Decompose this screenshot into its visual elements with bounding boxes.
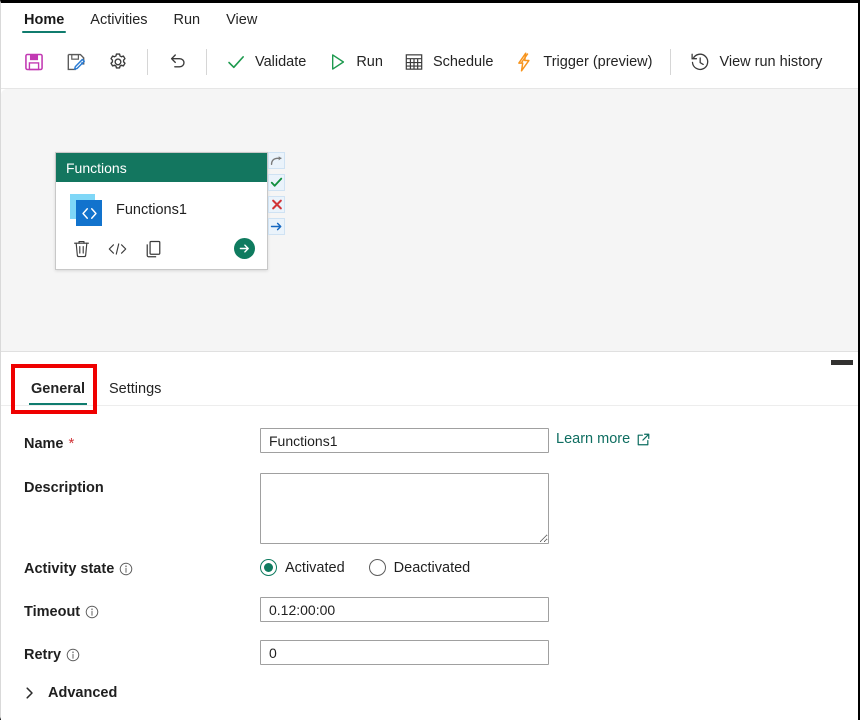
undo-button[interactable] — [156, 42, 198, 82]
info-icon[interactable] — [85, 605, 99, 619]
toolbar-separator-3 — [670, 49, 671, 75]
activity-state-radio-group: Activated Deactivated — [260, 559, 470, 576]
ribbon-tab-bar: Home Activities Run View — [1, 3, 858, 35]
code-brackets-icon — [70, 194, 104, 226]
view-run-history-button[interactable]: View run history — [679, 42, 832, 82]
radio-deactivated-label: Deactivated — [394, 560, 471, 576]
advanced-section-toggle[interactable]: Advanced — [24, 685, 117, 701]
on-success-icon[interactable] — [268, 174, 285, 191]
radio-deactivated[interactable]: Deactivated — [369, 559, 471, 576]
duplicate-icon[interactable] — [144, 239, 163, 259]
activity-state-label: Activity state — [24, 561, 133, 577]
code-icon[interactable] — [107, 241, 128, 257]
fabric-pipeline-editor: Home Activities Run View — [0, 0, 860, 720]
ribbon-tab-home-label: Home — [24, 12, 64, 28]
name-required-asterisk: * — [69, 435, 75, 452]
save-as-button[interactable] — [55, 42, 97, 82]
toolbar-separator-2 — [206, 49, 207, 75]
toolbar-separator-1 — [147, 49, 148, 75]
retry-label: Retry — [24, 647, 80, 663]
validate-button[interactable]: Validate — [215, 42, 316, 82]
activity-state-label-text: Activity state — [24, 561, 114, 577]
toolbar: Validate Run Schedule Trigger (preview) — [1, 35, 858, 89]
ribbon-tab-activities-label: Activities — [90, 12, 147, 28]
retry-input[interactable] — [260, 640, 549, 665]
advanced-label: Advanced — [48, 685, 117, 701]
tab-general[interactable]: General — [19, 372, 97, 406]
activity-node-functions[interactable]: Functions Functions1 — [55, 152, 268, 270]
delete-icon[interactable] — [72, 239, 91, 259]
tab-settings[interactable]: Settings — [97, 372, 173, 406]
node-output-connectors — [268, 152, 285, 235]
checkmark-icon — [225, 51, 247, 73]
timeout-label-text: Timeout — [24, 604, 80, 620]
skip-icon[interactable] — [268, 152, 285, 169]
view-run-history-label: View run history — [719, 54, 822, 70]
undo-icon — [166, 51, 188, 73]
properties-tab-bar: General Settings — [19, 370, 173, 406]
on-fail-icon[interactable] — [268, 196, 285, 213]
timeout-input[interactable] — [260, 597, 549, 622]
name-label: Name * — [24, 435, 74, 452]
ribbon-tab-run[interactable]: Run — [161, 4, 214, 35]
tab-divider — [1, 405, 858, 406]
properties-panel: General Settings Name * Learn more — [1, 351, 858, 720]
learn-more-link[interactable]: Learn more — [556, 431, 651, 447]
ribbon-tab-home[interactable]: Home — [11, 4, 77, 35]
external-link-icon — [636, 432, 651, 447]
trigger-button[interactable]: Trigger (preview) — [503, 42, 662, 82]
go-arrow-icon[interactable] — [234, 238, 255, 259]
collapse-panel-handle[interactable] — [831, 360, 853, 365]
chevron-right-icon — [24, 686, 36, 700]
node-header-title: Functions — [66, 160, 127, 176]
radio-deactivated-dot — [369, 559, 386, 576]
retry-field-wrap — [260, 640, 549, 665]
gear-icon — [107, 51, 129, 73]
settings-button[interactable] — [97, 42, 139, 82]
node-identity-row: Functions1 — [66, 192, 257, 236]
timeout-field-wrap — [260, 597, 549, 622]
radio-activated-dot — [260, 559, 277, 576]
on-completion-icon[interactable] — [268, 218, 285, 235]
timeout-label: Timeout — [24, 604, 99, 620]
retry-label-text: Retry — [24, 647, 61, 663]
save-icon — [23, 51, 45, 73]
description-field-wrap — [260, 473, 549, 549]
save-as-icon — [65, 51, 87, 73]
info-icon[interactable] — [66, 648, 80, 662]
description-textarea[interactable] — [260, 473, 549, 544]
calendar-icon — [403, 51, 425, 73]
info-icon[interactable] — [119, 562, 133, 576]
node-action-bar — [66, 236, 257, 261]
schedule-label: Schedule — [433, 54, 493, 70]
history-clock-icon — [689, 51, 711, 73]
description-label: Description — [24, 480, 104, 496]
node-header: Functions — [56, 153, 267, 182]
description-label-text: Description — [24, 480, 104, 496]
save-button[interactable] — [13, 42, 55, 82]
validate-label: Validate — [255, 54, 306, 70]
run-button[interactable]: Run — [316, 42, 393, 82]
tab-general-label: General — [31, 381, 85, 397]
radio-activated-label: Activated — [285, 560, 345, 576]
trigger-label: Trigger (preview) — [543, 54, 652, 70]
ribbon-tab-view[interactable]: View — [213, 4, 270, 35]
ribbon-tab-run-label: Run — [174, 12, 201, 28]
learn-more-label: Learn more — [556, 431, 630, 447]
lightning-bolt-icon — [513, 51, 535, 73]
name-label-text: Name — [24, 436, 64, 452]
ribbon-tab-view-label: View — [226, 12, 257, 28]
schedule-button[interactable]: Schedule — [393, 42, 503, 82]
name-field-wrap — [260, 428, 549, 453]
tab-settings-label: Settings — [109, 381, 161, 397]
ribbon-tab-activities[interactable]: Activities — [77, 4, 160, 35]
node-activity-name: Functions1 — [116, 202, 187, 218]
run-label: Run — [356, 54, 383, 70]
name-input[interactable] — [260, 428, 549, 453]
play-icon — [326, 51, 348, 73]
node-body: Functions1 — [56, 182, 267, 269]
pipeline-canvas[interactable]: Functions Functions1 — [1, 89, 858, 351]
radio-activated[interactable]: Activated — [260, 559, 345, 576]
